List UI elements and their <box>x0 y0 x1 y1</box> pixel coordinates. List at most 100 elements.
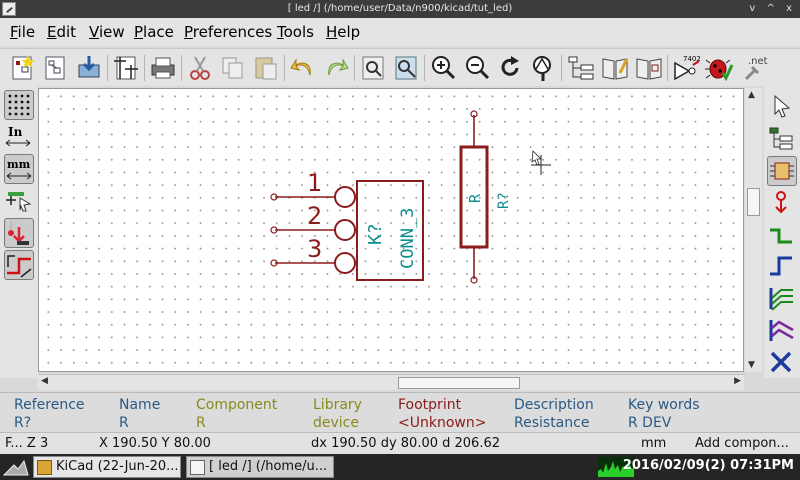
library-editor-icon[interactable] <box>600 53 630 83</box>
schematic-drawing: 1 2 3 K? CONN_3 R R? <box>270 110 551 284</box>
bus-icon <box>770 256 792 276</box>
info-value: R <box>196 415 206 431</box>
place-bus-button[interactable] <box>767 252 797 282</box>
message-panel: Reference R? Name R Component R Library … <box>0 392 800 432</box>
menu-tools[interactable]: Tools <box>277 18 314 41</box>
page-settings-icon[interactable] <box>111 53 141 83</box>
wire-bus-entry-icon <box>769 288 793 311</box>
save-icon[interactable] <box>74 53 104 83</box>
bus-to-bus-entry-button[interactable] <box>767 316 797 346</box>
units-mm-toggle[interactable]: mm <box>4 154 34 184</box>
connector-symbol[interactable]: 1 2 3 K? CONN_3 <box>270 169 424 281</box>
status-mode: Add compon... <box>695 436 789 451</box>
copy-icon[interactable] <box>218 53 248 83</box>
info-keywords: Key words R DEV <box>628 396 700 432</box>
place-component-button[interactable] <box>767 156 797 186</box>
cut-icon[interactable] <box>185 53 215 83</box>
info-value: device <box>313 415 359 431</box>
connector-reference[interactable]: K? <box>365 223 386 245</box>
power-port-icon <box>775 191 787 214</box>
window-menu-icon[interactable] <box>2 2 16 16</box>
library-browser-icon[interactable] <box>634 53 664 83</box>
grid-icon <box>8 94 30 116</box>
menu-preferences[interactable]: Preferences <box>184 18 272 41</box>
wire-direction-toggle[interactable] <box>4 250 34 280</box>
hidden-pins-icon <box>8 222 29 245</box>
main-toolbar: 7402 .net <box>0 48 800 86</box>
taskbar: KiCad (22-Jun-20... [ led /] (/home/u...… <box>0 454 800 480</box>
component-icon <box>770 162 794 180</box>
connector-value[interactable]: CONN_3 <box>398 208 418 269</box>
scroll-left-icon[interactable]: ◀ <box>41 376 48 386</box>
print-icon[interactable] <box>148 53 178 83</box>
horizontal-scrollbar[interactable]: ◀ ▶ <box>38 374 744 390</box>
taskbar-task-kicad[interactable]: KiCad (22-Jun-20... <box>33 456 181 478</box>
svg-text:.net: .net <box>748 56 768 67</box>
info-value: <Unknown> <box>398 415 487 431</box>
zoom-in-icon[interactable] <box>428 53 458 83</box>
info-label: Description <box>514 397 594 413</box>
wire-orientation-icon <box>7 255 32 278</box>
info-value: R? <box>14 415 32 431</box>
menu-bar: File Edit View Place Preferences Tools H… <box>0 18 800 46</box>
open-sheet-icon[interactable] <box>41 53 71 83</box>
info-value: Resistance <box>514 415 590 431</box>
scroll-right-icon[interactable]: ▶ <box>734 376 741 386</box>
netlist-icon[interactable]: 7402 <box>671 53 701 83</box>
erc-icon[interactable] <box>704 53 734 83</box>
place-power-button[interactable] <box>767 188 797 218</box>
cursor-shape-toggle[interactable] <box>4 186 34 216</box>
find-icon[interactable] <box>358 53 388 83</box>
vertical-scrollbar[interactable]: ▲ ▼ <box>745 88 762 372</box>
units-inch-toggle[interactable]: In <box>4 122 34 152</box>
task-label: [ led /] (/home/u... <box>209 459 328 474</box>
right-tools-toolbar <box>764 86 800 378</box>
resistor-value[interactable]: R <box>466 193 484 203</box>
menu-view[interactable]: View <box>89 18 125 41</box>
hierarchy-navigator-button[interactable] <box>767 124 797 154</box>
wire-icon <box>770 228 792 244</box>
no-connect-button[interactable] <box>767 348 797 378</box>
menu-place[interactable]: Place <box>134 18 174 41</box>
vertical-scroll-thumb[interactable] <box>747 188 760 216</box>
start-menu-icon[interactable] <box>2 457 30 477</box>
taskbar-clock[interactable]: 2016/02/09(2) 07:31PM <box>623 458 794 473</box>
scroll-down-icon[interactable]: ▼ <box>748 360 755 370</box>
paste-icon[interactable] <box>251 53 281 83</box>
cursor-shape-icon <box>6 192 32 212</box>
redraw-icon[interactable] <box>495 53 525 83</box>
taskbar-task-eeschema[interactable]: [ led /] (/home/u... <box>186 456 334 478</box>
new-sheet-icon[interactable] <box>8 53 38 83</box>
left-options-toolbar: In mm <box>0 86 38 378</box>
zoom-out-icon[interactable] <box>462 53 492 83</box>
schematic-canvas[interactable]: 1 2 3 K? CONN_3 R R? <box>38 88 744 372</box>
bom-icon[interactable]: .net <box>738 53 768 83</box>
arrow-cursor-icon <box>774 94 791 118</box>
crosshair-cursor <box>531 150 551 175</box>
title-bar: [ led /] (/home/user/Data/n900/kicad/tut… <box>0 0 800 18</box>
dimension-arrow-icon <box>5 139 31 147</box>
info-label: Name <box>119 397 161 413</box>
menu-file[interactable]: File <box>10 18 35 41</box>
show-grid-toggle[interactable] <box>4 90 34 120</box>
scroll-up-icon[interactable]: ▲ <box>748 90 755 100</box>
menu-help[interactable]: Help <box>326 18 360 41</box>
redo-icon[interactable] <box>321 53 351 83</box>
resistor-symbol[interactable]: R R? <box>459 110 512 284</box>
info-name: Name R <box>119 396 160 432</box>
info-label: Library <box>313 397 362 413</box>
select-tool-button[interactable] <box>767 92 797 122</box>
hidden-pins-toggle[interactable] <box>4 218 34 248</box>
wire-to-bus-entry-button[interactable] <box>767 284 797 314</box>
info-library: Library device <box>313 396 362 432</box>
hierarchy-icon[interactable] <box>566 53 596 83</box>
place-wire-button[interactable] <box>767 220 797 250</box>
zoom-fit-icon[interactable] <box>528 53 558 83</box>
menu-edit[interactable]: Edit <box>47 18 76 41</box>
find-replace-icon[interactable] <box>391 53 421 83</box>
resistor-reference[interactable]: R? <box>496 192 512 209</box>
undo-icon[interactable] <box>288 53 318 83</box>
window-controls[interactable]: v ^ x <box>749 0 796 18</box>
horizontal-scroll-thumb[interactable] <box>398 377 520 389</box>
kicad-app-icon <box>37 460 52 475</box>
